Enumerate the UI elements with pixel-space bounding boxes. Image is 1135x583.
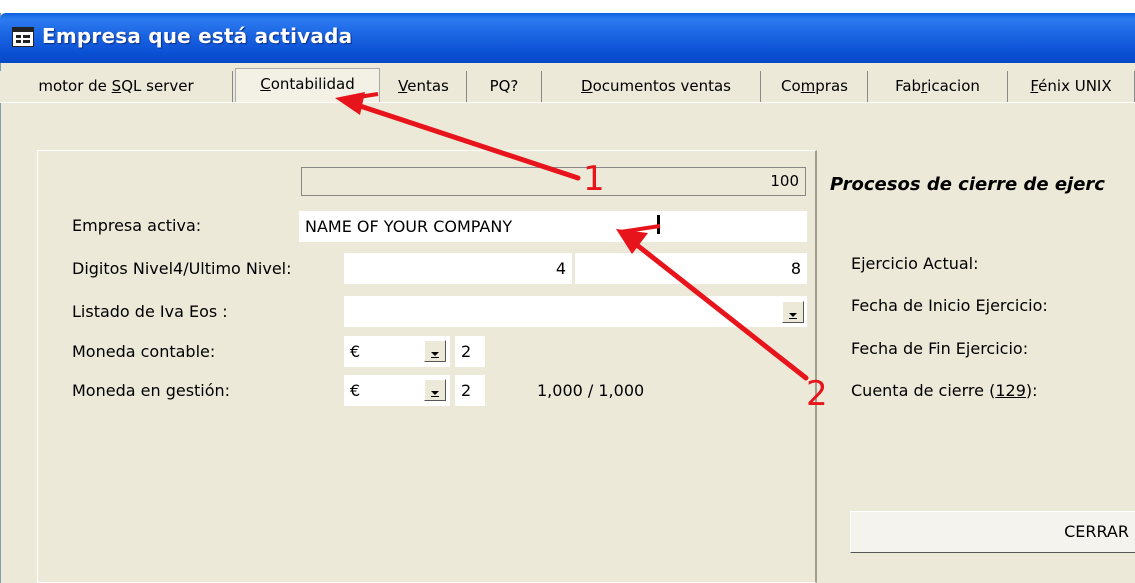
digitos-nivel4-field[interactable]: 4 [344,253,572,284]
text-cursor [657,215,660,234]
title-bar[interactable]: Empresa que está activada [0,13,1135,63]
moneda-gestion-decimals-field[interactable]: 2 [455,375,485,406]
moneda-contable-symbol: € [350,342,361,361]
fecha-inicio-label: Fecha de Inicio Ejercicio: [851,296,1048,315]
progress-indicator: 100 [301,167,806,196]
fecha-fin-label: Fecha de Fin Ejercicio: [851,339,1029,358]
empresa-activa-field[interactable]: NAME OF YOUR COMPANY [299,211,807,242]
form-icon [12,27,34,47]
cuenta-cierre-label: Cuenta de cierre (129): [851,381,1038,400]
window-title: Empresa que está activada [42,24,353,48]
listado-iva-select[interactable] [344,296,807,327]
listado-iva-dropdown-icon[interactable] [782,301,804,323]
progress-value: 100 [770,172,799,190]
tab-compras[interactable]: Compras [762,71,868,102]
moneda-gestion-symbol: € [350,381,361,400]
tab-strip: motor de SQL server Contabilidad Ventas … [0,63,1135,103]
digitos-ultimo-value: 8 [790,259,801,278]
digitos-label: Digitos Nivel4/Ultimo Nivel: [72,259,292,278]
tab-fabricacion[interactable]: Fabricacion [868,71,1008,102]
tab-documentos-ventas[interactable]: Documentos ventas [552,71,761,102]
tab-contabilidad[interactable]: Contabilidad [235,68,380,103]
moneda-contable-decimals: 2 [461,342,472,361]
tab-ventas[interactable]: Ventas [381,71,467,102]
listado-iva-label: Listado de Iva Eos : [72,302,228,321]
empresa-activa-label: Empresa activa: [72,216,202,235]
moneda-gestion-label: Moneda en gestión: [72,381,231,400]
closing-processes-title: Procesos de cierre de ejerc [830,174,1105,195]
tab-motor-sql-server[interactable]: motor de SQL server [0,71,233,102]
cerrar-button-label: CERRAR [1064,522,1129,541]
digitos-nivel4-value: 4 [555,259,566,278]
tab-divider [0,102,1135,103]
tab-pq[interactable]: PQ? [467,71,542,102]
moneda-contable-decimals-field[interactable]: 2 [455,336,485,367]
tab-fenix-unix[interactable]: Fénix UNIX [1008,71,1135,102]
moneda-gestion-decimals: 2 [461,381,472,400]
digitos-ultimo-field[interactable]: 8 [575,253,807,284]
moneda-contable-dropdown-icon[interactable] [424,340,446,362]
cerrar-button[interactable]: CERRAR [850,511,1135,553]
moneda-contable-label: Moneda contable: [72,342,216,361]
empresa-activa-value: NAME OF YOUR COMPANY [305,217,513,236]
ejercicio-actual-label: Ejercicio Actual: [851,254,979,273]
moneda-gestion-dropdown-icon[interactable] [424,379,446,401]
exchange-rate-text: 1,000 / 1,000 [537,381,645,400]
